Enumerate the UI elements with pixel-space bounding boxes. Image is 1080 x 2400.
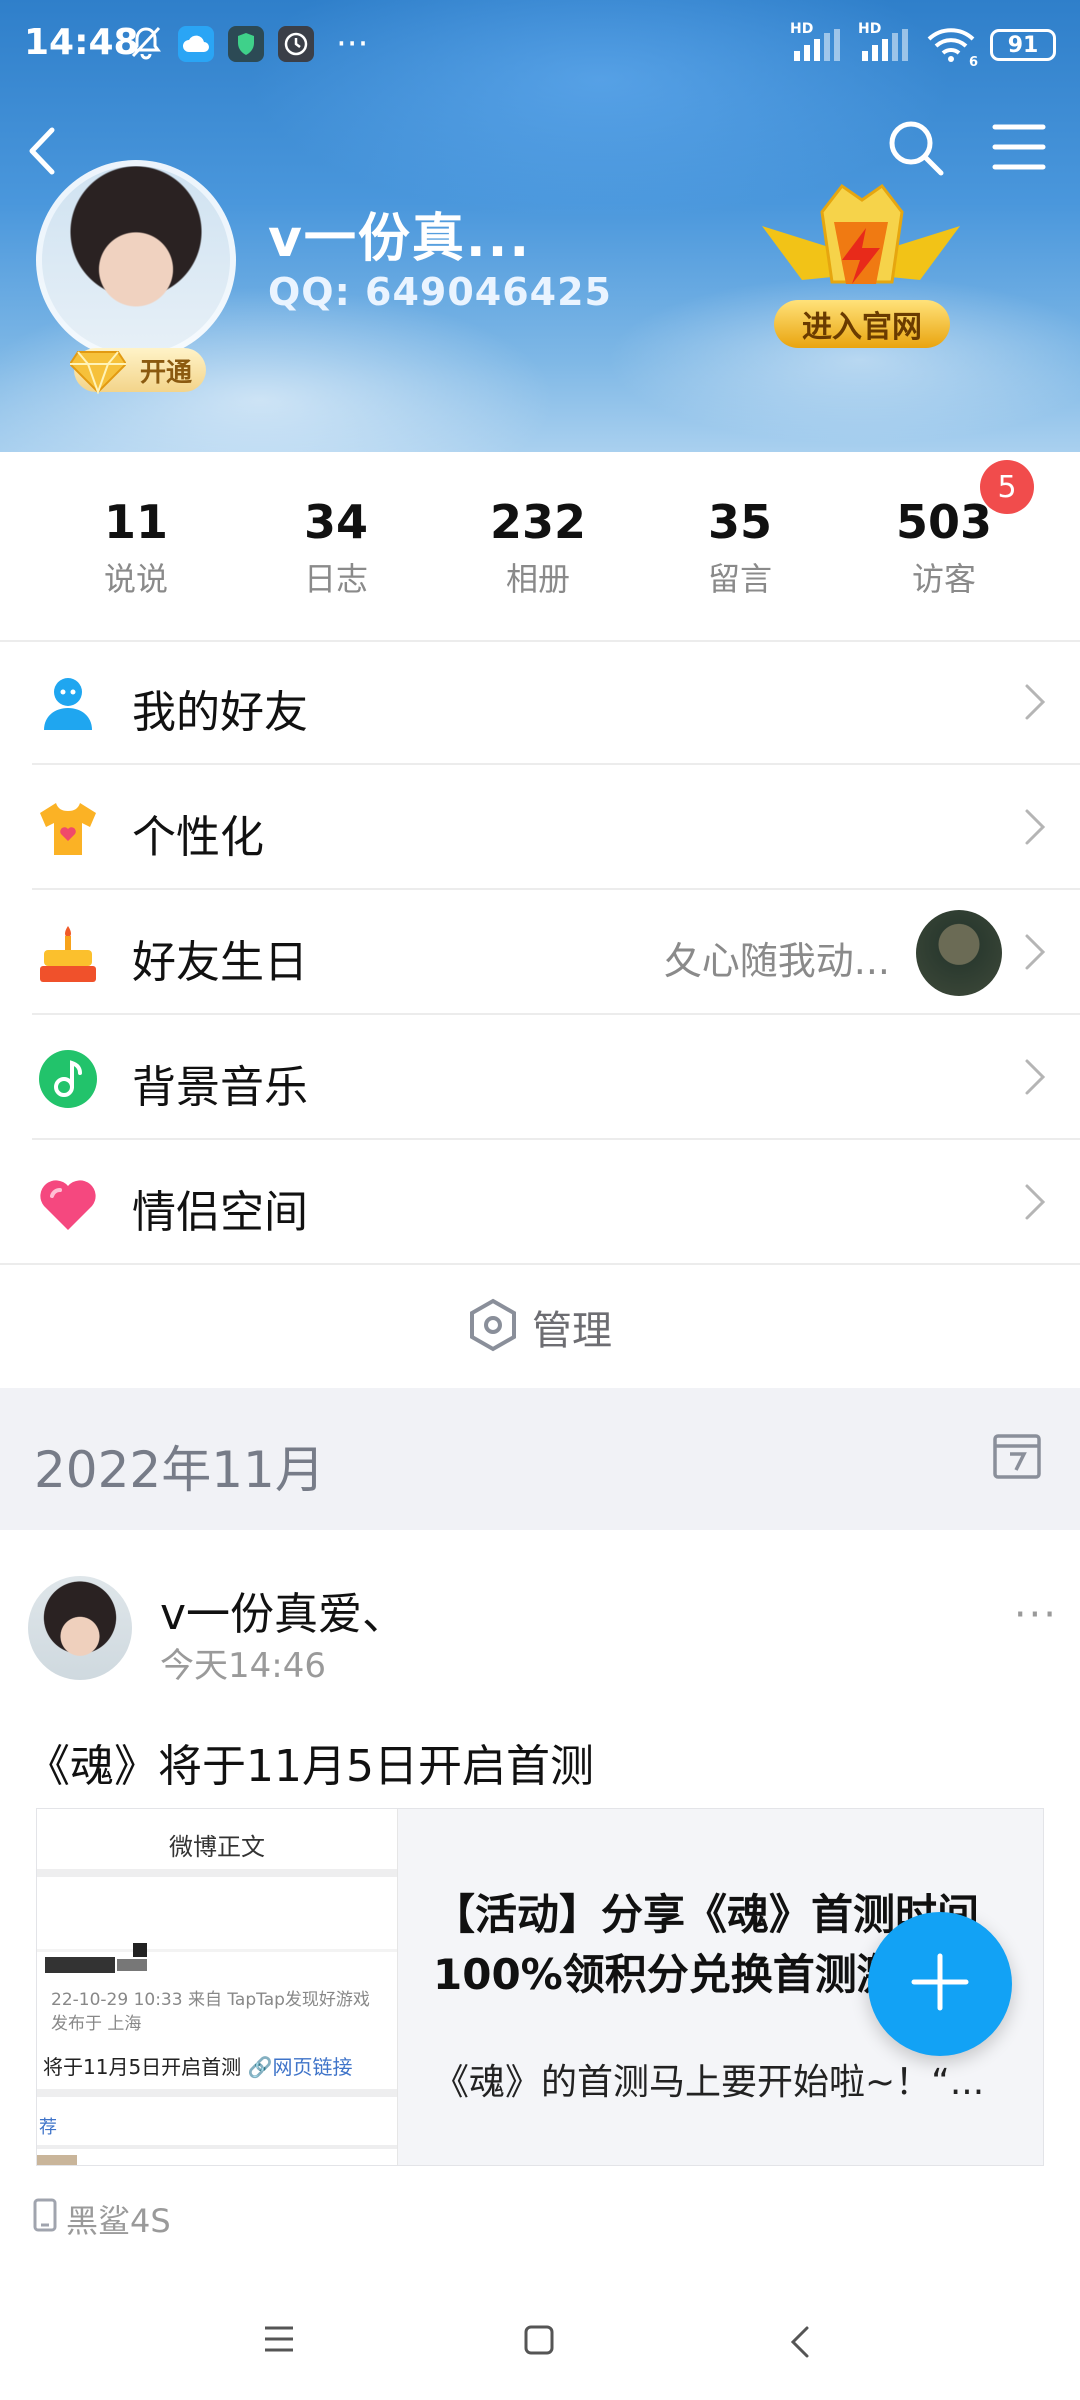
chevron-right-icon (1024, 807, 1046, 851)
link-card-description: 《魂》的首测马上要开始啦~！“... (433, 2062, 985, 2103)
signal-hd-icon: HD (858, 21, 912, 63)
menu-item-birthday[interactable]: 好友生日 夂心随我动... (0, 890, 1080, 1015)
stat-blogs[interactable]: 34 日志 (236, 494, 436, 600)
birthday-friend-name: 夂心随我动... (663, 939, 890, 983)
mute-bell-icon (128, 24, 164, 64)
menu-list: 我的好友 个性化 好友生日 夂心随我动... 背景音乐 情侣空间 (0, 640, 1080, 1265)
link-thumbnail: 微博正文 22-10-29 10:33 来自 TapTap发现好游戏 发布于 上… (37, 1809, 398, 2165)
official-site-label: 进入官网 (774, 300, 950, 348)
search-icon[interactable] (886, 118, 946, 182)
menu-item-personalize[interactable]: 个性化 (0, 765, 1080, 890)
profile-header: 14:48 ··· HD HD 6 91 开通 v一份真... QQ: 6490… (0, 0, 1080, 452)
menu-item-friends[interactable]: 我的好友 (0, 640, 1080, 765)
stat-posts[interactable]: 11 说说 (36, 494, 236, 600)
qq-number: QQ: 649046425 (268, 270, 612, 314)
post-text: 《魂》将于11月5日开启首测 (26, 1741, 594, 1792)
hexagon-settings-icon (468, 1298, 518, 1356)
post-author-avatar[interactable] (28, 1576, 132, 1680)
post-time: 今天14:46 (160, 1646, 326, 1686)
chevron-right-icon (1024, 932, 1046, 976)
chevron-right-icon (1024, 1057, 1046, 1101)
cloud-app-icon (178, 26, 214, 62)
clock-app-icon (278, 26, 314, 62)
menu-icon[interactable] (992, 122, 1046, 176)
manage-button[interactable]: 管理 (0, 1266, 1080, 1388)
back-icon[interactable] (788, 2324, 812, 2364)
music-note-icon (36, 1047, 100, 1111)
heart-icon (36, 1172, 100, 1236)
menu-item-music[interactable]: 背景音乐 (0, 1015, 1080, 1140)
stat-messages[interactable]: 35 留言 (640, 494, 840, 600)
stats-row: 11 说说 34 日志 232 相册 35 留言 503 访客 (0, 452, 1080, 642)
diamond-icon (68, 346, 128, 401)
status-bar: 14:48 ··· HD HD 6 91 (0, 0, 1080, 96)
visitor-count-badge: 5 (980, 460, 1034, 514)
birthday-cake-icon (36, 922, 100, 986)
add-post-button[interactable] (868, 1912, 1012, 2056)
chevron-right-icon (1024, 1182, 1046, 1226)
status-right-icons: HD HD 6 91 (790, 21, 1056, 70)
calendar-icon[interactable] (992, 1430, 1042, 1484)
tshirt-icon (36, 797, 100, 861)
recent-apps-icon[interactable] (262, 2324, 296, 2358)
battery-icon: 91 (990, 29, 1056, 61)
wifi-icon: 6 (926, 26, 978, 70)
plus-icon (910, 1952, 970, 2016)
month-bar: 2022年11月 (0, 1388, 1080, 1530)
birthday-friend-avatar (916, 910, 1002, 996)
profile-nickname: v一份真... (268, 209, 532, 269)
system-nav-bar (0, 2284, 1080, 2400)
official-site-button[interactable]: 进入官网 (762, 182, 960, 358)
lightning-emblem-icon (762, 183, 960, 284)
post-device: 黑鲨4S (32, 2196, 171, 2242)
menu-item-couple[interactable]: 情侣空间 (0, 1140, 1080, 1265)
home-icon[interactable] (522, 2324, 556, 2360)
shield-app-icon (228, 26, 264, 62)
phone-icon (32, 2198, 58, 2240)
post-more-button[interactable]: ··· (1014, 1592, 1058, 1638)
friend-person-icon (36, 672, 100, 736)
chevron-right-icon (1024, 682, 1046, 726)
month-title: 2022年11月 (34, 1441, 325, 1499)
vip-open-badge[interactable]: 开通 (68, 348, 206, 395)
stat-albums[interactable]: 232 相册 (438, 494, 638, 600)
signal-hd-icon: HD (790, 21, 844, 63)
status-time: 14:48 (24, 22, 139, 63)
status-notification-icons: ··· (128, 24, 368, 64)
post-author-name[interactable]: v一份真爱、 (160, 1578, 406, 1642)
link-icon: 🔗网页链接 (247, 2055, 353, 2079)
profile-avatar[interactable] (42, 166, 230, 354)
more-notifications-icon: ··· (336, 24, 369, 64)
